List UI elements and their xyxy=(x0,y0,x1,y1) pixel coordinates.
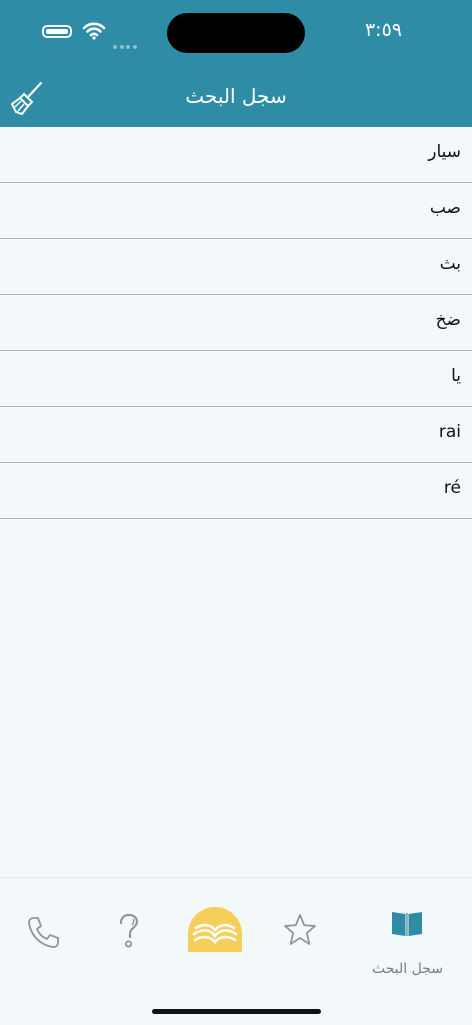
history-item-text: ré xyxy=(443,478,461,498)
tab-bar: سجل البحث xyxy=(0,877,472,1025)
history-item[interactable]: يا xyxy=(0,351,472,407)
history-item[interactable]: rai xyxy=(0,407,472,463)
home-indicator xyxy=(152,1009,321,1014)
history-item-text: rai xyxy=(438,422,461,442)
book-logo-icon[interactable] xyxy=(186,906,244,954)
history-item-text: يا xyxy=(451,366,461,386)
question-icon[interactable] xyxy=(113,911,143,951)
battery-icon xyxy=(42,25,72,38)
history-item[interactable]: ré xyxy=(0,463,472,519)
page-title: سجل البحث xyxy=(185,84,287,108)
history-item[interactable]: صب xyxy=(0,183,472,239)
app-header: ٣:٥٩ سجل البحث xyxy=(0,0,472,127)
history-item[interactable]: سيار xyxy=(0,127,472,183)
history-item[interactable]: بث xyxy=(0,239,472,295)
history-item-text: سيار xyxy=(428,142,461,162)
status-time: ٣:٥٩ xyxy=(364,19,402,41)
dynamic-island xyxy=(167,13,305,53)
tab-history-label[interactable]: سجل البحث xyxy=(355,961,460,977)
cellular-signal-icon xyxy=(113,34,139,53)
star-icon[interactable] xyxy=(282,912,318,948)
history-item-text: بث xyxy=(439,254,461,274)
search-history-list: سيار صب بث ضخ يا rai ré xyxy=(0,127,472,519)
wifi-icon xyxy=(82,22,106,40)
phone-icon[interactable] xyxy=(25,914,61,950)
open-book-icon[interactable] xyxy=(390,908,424,938)
history-item-text: صب xyxy=(429,198,461,218)
history-item[interactable]: ضخ xyxy=(0,295,472,351)
history-item-text: ضخ xyxy=(435,310,461,330)
